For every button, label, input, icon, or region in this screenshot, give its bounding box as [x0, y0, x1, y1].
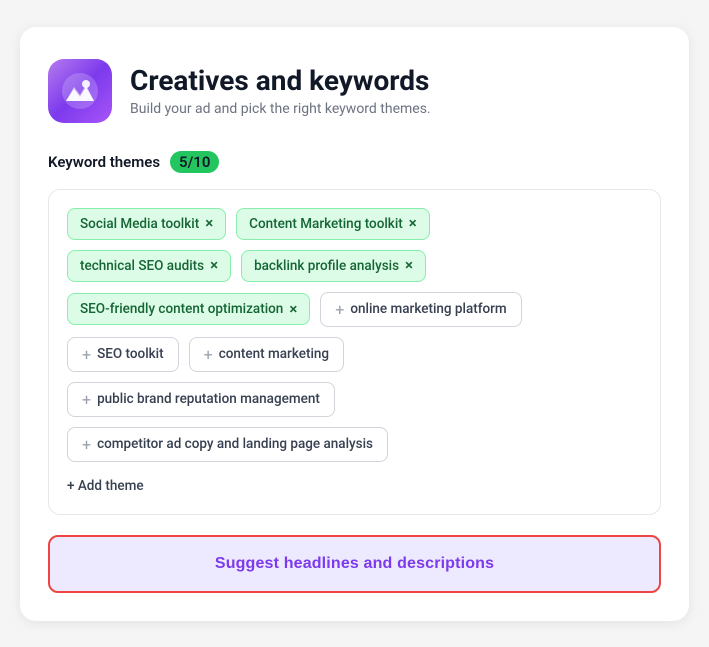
tag-label: backlink profile analysis — [254, 258, 399, 274]
page-subtitle: Build your ad and pick the right keyword… — [130, 101, 431, 117]
suggest-headlines-button[interactable]: Suggest headlines and descriptions — [48, 535, 661, 593]
tag-label: Content Marketing toolkit — [249, 216, 403, 232]
plus-icon: + — [82, 390, 91, 409]
tag-add-public-brand-reputation[interactable]: + public brand reputation management — [67, 382, 335, 417]
add-theme-link[interactable]: + Add theme — [67, 476, 144, 496]
remove-seo-friendly-icon[interactable]: × — [289, 302, 297, 317]
page-title: Creatives and keywords — [130, 64, 431, 98]
tag-social-media-toolkit[interactable]: Social Media toolkit × — [67, 208, 226, 240]
tag-backlink-profile-analysis[interactable]: backlink profile analysis × — [241, 250, 426, 282]
keyword-themes-label: Keyword themes 5/10 — [48, 151, 661, 173]
header-text: Creatives and keywords Build your ad and… — [130, 64, 431, 118]
keyword-themes-text: Keyword themes — [48, 153, 160, 171]
plus-icon: + — [82, 345, 91, 364]
main-card: Creatives and keywords Build your ad and… — [20, 27, 689, 621]
header: Creatives and keywords Build your ad and… — [48, 59, 661, 123]
tag-seo-friendly-content-optimization[interactable]: SEO-friendly content optimization × — [67, 293, 310, 325]
tag-label: content marketing — [219, 346, 329, 362]
plus-icon: + — [82, 435, 91, 454]
themes-row-1: Social Media toolkit × Content Marketing… — [67, 208, 642, 240]
remove-backlink-profile-analysis-icon[interactable]: × — [405, 258, 413, 273]
tag-label: Social Media toolkit — [80, 216, 199, 232]
themes-row-3: SEO-friendly content optimization × + on… — [67, 292, 642, 327]
tag-add-content-marketing[interactable]: + content marketing — [189, 337, 344, 372]
plus-icon: + — [335, 300, 344, 319]
remove-technical-seo-audits-icon[interactable]: × — [210, 258, 218, 273]
count-badge: 5/10 — [170, 151, 219, 173]
themes-row-4: + SEO toolkit + content marketing — [67, 337, 642, 372]
tag-label: public brand reputation management — [97, 391, 320, 407]
tag-label: competitor ad copy and landing page anal… — [97, 436, 373, 452]
themes-container: Social Media toolkit × Content Marketing… — [48, 189, 661, 515]
app-logo-icon — [48, 59, 112, 123]
tag-add-online-marketing-platform[interactable]: + online marketing platform — [320, 292, 521, 327]
tag-content-marketing-toolkit[interactable]: Content Marketing toolkit × — [236, 208, 430, 240]
tag-technical-seo-audits[interactable]: technical SEO audits × — [67, 250, 231, 282]
themes-row-2: technical SEO audits × backlink profile … — [67, 250, 642, 282]
themes-row-5: + public brand reputation management — [67, 382, 642, 417]
plus-icon: + — [204, 345, 213, 364]
tag-label: online marketing platform — [350, 301, 506, 317]
add-theme-label: + Add theme — [67, 478, 144, 494]
tag-add-seo-toolkit[interactable]: + SEO toolkit — [67, 337, 179, 372]
themes-row-6: + competitor ad copy and landing page an… — [67, 427, 642, 462]
tag-add-competitor-ad-copy[interactable]: + competitor ad copy and landing page an… — [67, 427, 388, 462]
remove-social-media-toolkit-icon[interactable]: × — [205, 216, 213, 231]
tag-label: SEO-friendly content optimization — [80, 301, 283, 317]
remove-content-marketing-toolkit-icon[interactable]: × — [409, 216, 417, 231]
tag-label: SEO toolkit — [97, 346, 164, 362]
tag-label: technical SEO audits — [80, 258, 204, 274]
